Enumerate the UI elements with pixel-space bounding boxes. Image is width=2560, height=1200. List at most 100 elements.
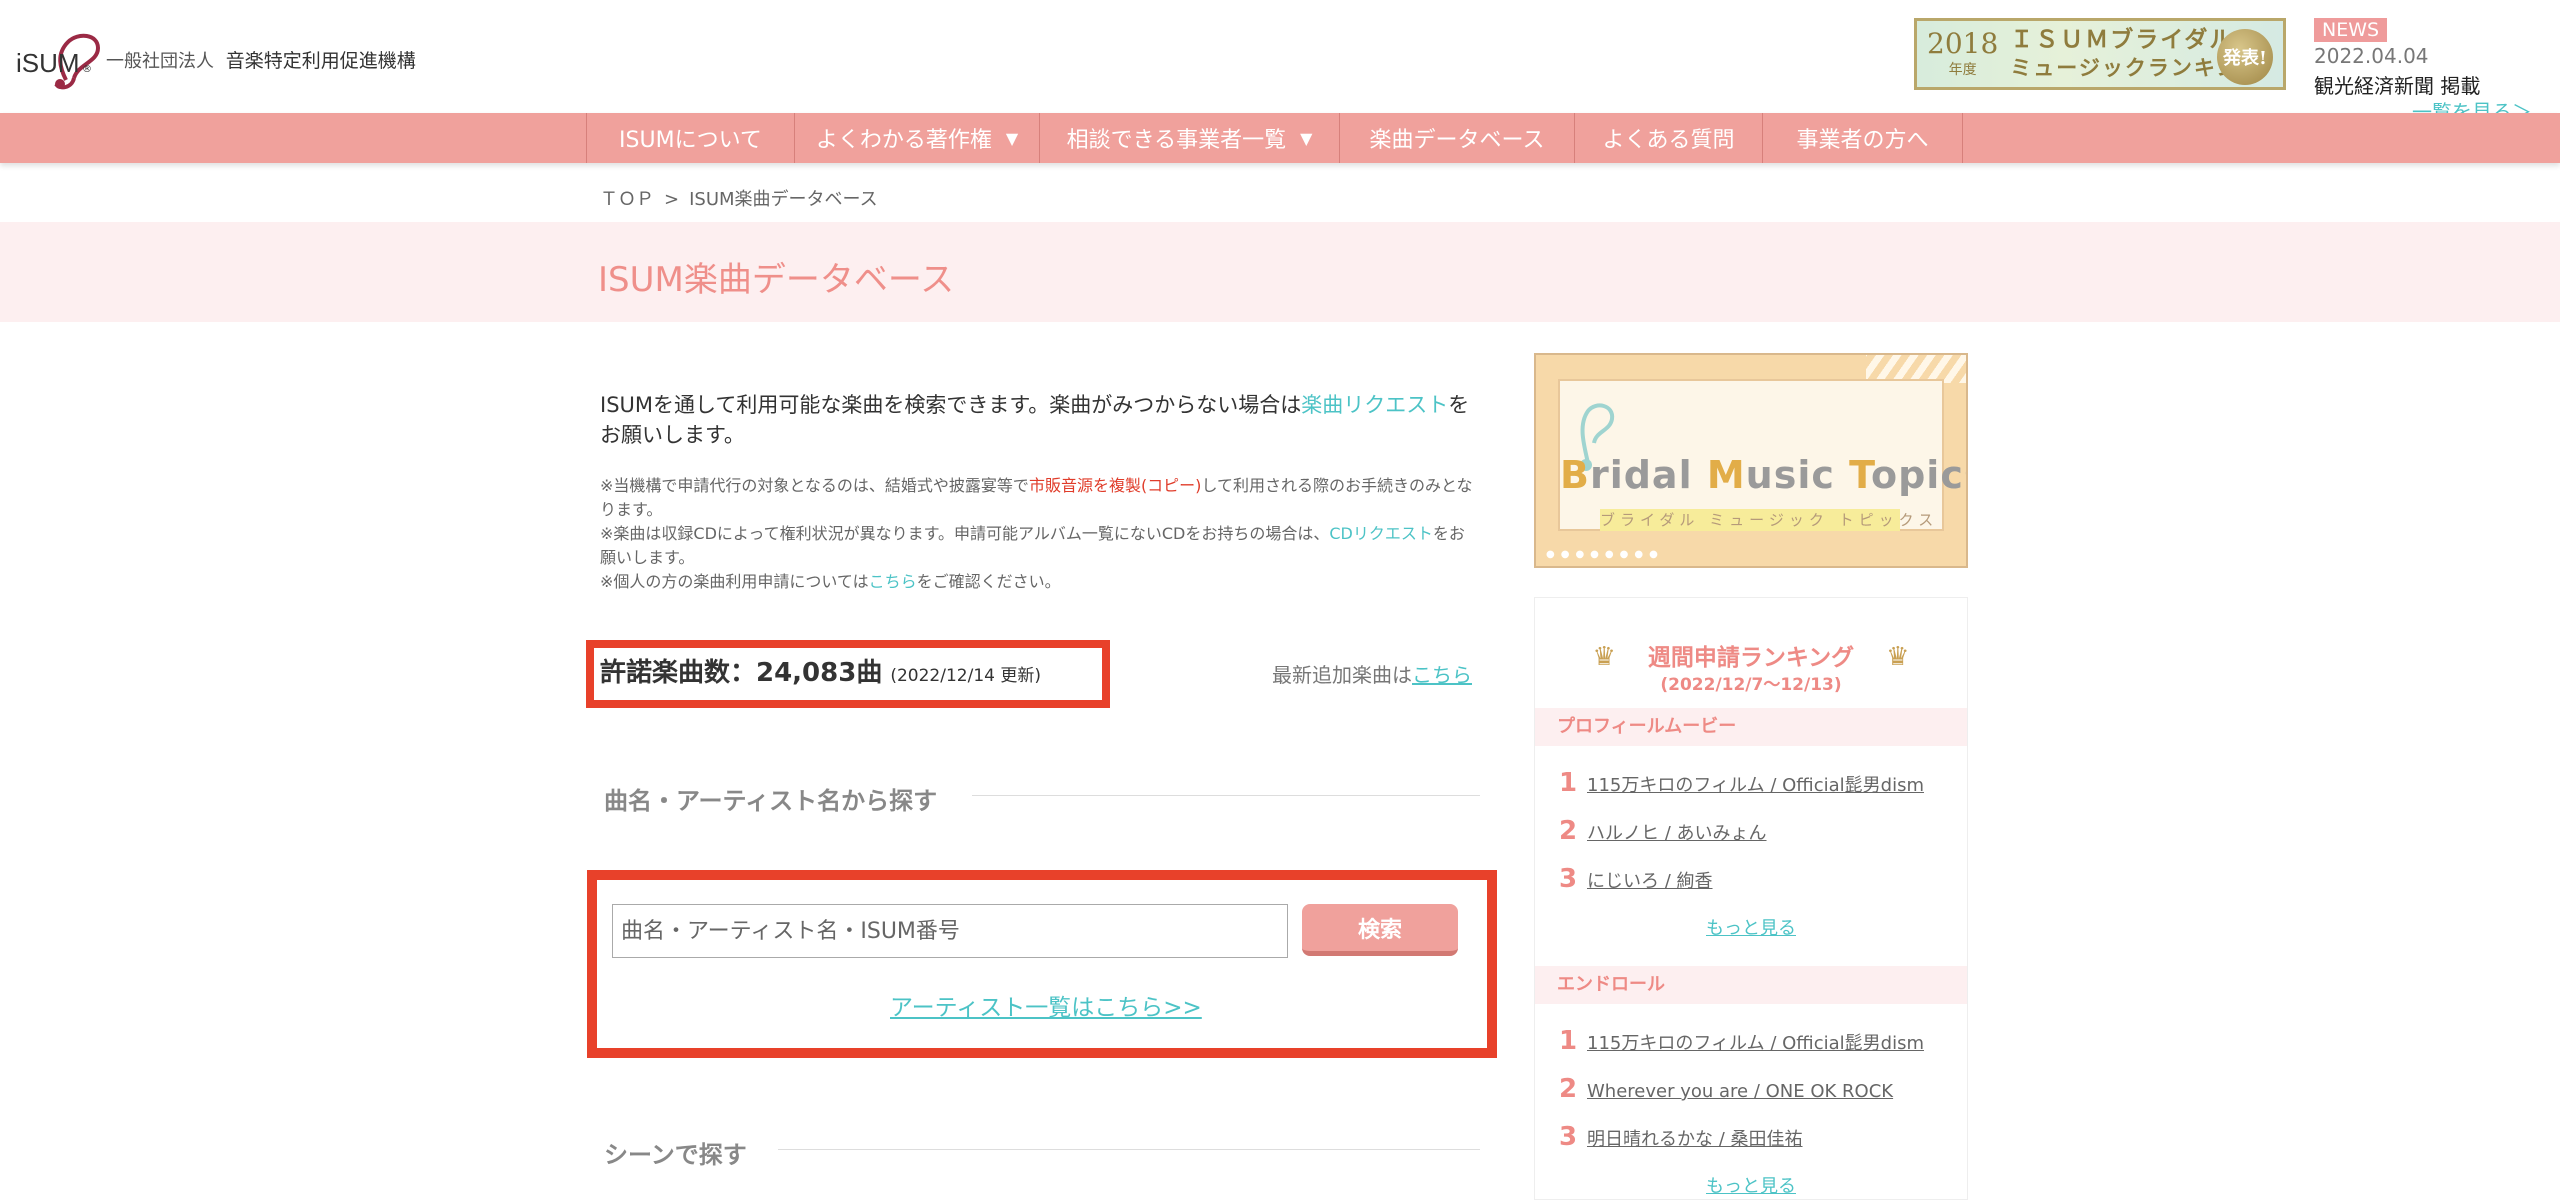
rank-song: Wherever you are / ONE OK ROCK [1587, 1081, 1894, 1102]
nav-item-businesses[interactable]: 相談できる事業者一覧 ▼ [1040, 113, 1340, 163]
rank-number: 1 [1559, 768, 1578, 798]
crown-icon: ♛ [1592, 642, 1616, 672]
ranking-item[interactable]: 1 115万キロのフィルム / Official髭男dism [1559, 768, 1924, 798]
rank-song: ハルノヒ / あいみょん [1587, 823, 1767, 844]
nav-label: 相談できる事業者一覧 [1066, 128, 1287, 153]
main-nav: ISUMについて よくわかる著作権 ▼ 相談できる事業者一覧 ▼ 楽曲データベース … [0, 113, 2560, 163]
banner-year-number: 2018 [1927, 27, 1999, 60]
individual-link[interactable]: こちら [869, 572, 917, 591]
logo-text: iSUM [16, 48, 80, 78]
org-prefix: 一般社団法人 [106, 51, 214, 72]
more-link[interactable]: もっと見る [1535, 914, 1967, 940]
news-block: NEWS 2022.04.04 観光経済新聞 掲載 [2314, 18, 2480, 99]
rank-song: にじいろ / 絢香 [1587, 871, 1713, 892]
note-3-before: ※個人の方の楽曲利用申請については [600, 572, 869, 591]
ranking-dates: (2022/12/7〜12/13) [1660, 675, 1842, 695]
rank-number: 3 [1559, 864, 1578, 894]
banner-year: 2018 年度 [1927, 29, 1998, 79]
banner-badge: 発表! [2217, 29, 2273, 85]
ranking-item[interactable]: 3 にじいろ / 絢香 [1559, 864, 1713, 894]
note-2: ※楽曲は収録CDによって権利状況が異なります。申請可能アルバム一覧にないCDをお… [600, 522, 1480, 570]
breadcrumb-current: ISUM楽曲データベース [689, 189, 878, 210]
nav-item-database[interactable]: 楽曲データベース [1340, 113, 1575, 163]
banner-subtitle: ブライダル ミュージック トピックス [1600, 509, 1939, 531]
song-request-link[interactable]: 楽曲リクエスト [1301, 393, 1448, 417]
org-name: 一般社団法人 音楽特定利用促進機構 [106, 46, 416, 73]
banner-year-suffix: 年度 [1948, 62, 1977, 78]
rank-number: 2 [1559, 1074, 1578, 1104]
banner-title-ridal: ridal [1589, 453, 1707, 497]
ranking-title: ♛ 週間申請ランキング ♛ [1535, 638, 1967, 672]
news-date: 2022.04.04 [2314, 44, 2429, 68]
banner-dots: ●●●●●●●● [1546, 549, 1664, 560]
banner-title-t: T [1849, 453, 1871, 497]
section-divider [972, 795, 1480, 796]
nav-label: よくある質問 [1602, 128, 1735, 153]
nav-label: よくわかる著作権 [815, 128, 992, 153]
nav-label: 事業者の方へ [1796, 128, 1929, 153]
caret-down-icon: ▼ [1300, 128, 1313, 148]
note-1: ※当機構で申請代行の対象となるのは、結婚式や披露宴等で市販音源を複製(コピー)し… [600, 474, 1480, 522]
svg-text:®: ® [82, 64, 92, 75]
song-count-updated: (2022/12/14 更新) [890, 666, 1041, 686]
banner-title-usic: usic [1745, 453, 1850, 497]
cd-request-link[interactable]: CDリクエスト [1329, 524, 1433, 543]
ranking-item[interactable]: 2 ハルノヒ / あいみょん [1559, 816, 1767, 846]
intro-text: ISUMを通して利用可能な楽曲を検索できます。楽曲がみつからない場合は楽曲リクエ… [600, 390, 1480, 450]
caret-down-icon: ▼ [1005, 128, 1019, 148]
search-highlight-box [587, 870, 1497, 1058]
isum-logo[interactable]: iSUM ® [16, 18, 104, 94]
weekly-ranking-card: ♛ 週間申請ランキング ♛ (2022/12/7〜12/13) プロフィールムービー… [1534, 597, 1968, 1200]
song-count-label: 許諾楽曲数：24,083曲 [600, 658, 883, 688]
nav-item-about[interactable]: ISUMについて [587, 113, 795, 163]
nav-label: 楽曲データベース [1369, 128, 1545, 153]
nav-label: ISUMについて [619, 128, 762, 153]
ranking-item[interactable]: 1 115万キロのフィルム / Official髭男dism [1559, 1026, 1924, 1056]
rank-song: 115万キロのフィルム / Official髭男dism [1587, 775, 1924, 796]
banner-title: Bridal Music Topics [1560, 453, 1966, 497]
news-title[interactable]: 観光経済新聞 掲載 [2314, 70, 2480, 99]
page-title: ISUM楽曲データベース [598, 260, 955, 300]
banner-title-b: B [1560, 453, 1590, 497]
breadcrumb-home[interactable]: ＴＯＰ [600, 189, 654, 210]
search-input[interactable] [612, 904, 1288, 958]
latest-songs: 最新追加楽曲はこちら [1272, 659, 1472, 688]
news-tag: NEWS [2314, 18, 2388, 42]
artist-list-link[interactable]: アーティスト一覧はこちら>> [890, 988, 1202, 1022]
breadcrumb: ＴＯＰ > ISUM楽曲データベース [600, 185, 878, 211]
more-link[interactable]: もっと見る [1535, 1172, 1967, 1198]
ranking-category: エンドロール [1535, 966, 1967, 1004]
rank-song: 明日晴れるかな / 桑田佳祐 [1587, 1129, 1803, 1150]
crown-icon: ♛ [1886, 642, 1910, 672]
banner-card: Bridal Music Topics ブライダル ミュージック トピックス [1558, 379, 1966, 531]
ranking-item[interactable]: 3 明日晴れるかな / 桑田佳祐 [1559, 1122, 1803, 1152]
song-count: 許諾楽曲数：24,083曲 (2022/12/14 更新) [600, 652, 1041, 689]
note-2-before: ※楽曲は収録CDによって権利状況が異なります。申請可能アルバム一覧にないCDをお… [600, 524, 1330, 543]
bridal-music-topics-banner[interactable]: Bridal Music Topics ブライダル ミュージック トピックス ●… [1534, 353, 1968, 568]
rank-number: 1 [1559, 1026, 1578, 1056]
banner-title-opics: opics [1871, 453, 1966, 497]
nav-item-business-users[interactable]: 事業者の方へ [1763, 113, 1963, 163]
rank-number: 3 [1559, 1122, 1578, 1152]
note-1-before: ※当機構で申請代行の対象となるのは、結婚式や披露宴等で [600, 476, 1029, 495]
search-section-heading: 曲名・アーティスト名から探す [604, 787, 938, 815]
nav-item-copyright[interactable]: よくわかる著作権 ▼ [795, 113, 1040, 163]
scene-section-heading: シーンで探す [604, 1141, 747, 1169]
rank-song: 115万キロのフィルム / Official髭男dism [1587, 1033, 1924, 1054]
bridal-ranking-banner[interactable]: 2018 年度 ＩＳＵＭブライダル ミュージックランキング 発表! [1914, 18, 2286, 90]
title-band [0, 222, 2560, 322]
latest-songs-link[interactable]: こちら [1412, 663, 1472, 687]
org-title: 音楽特定利用促進機構 [225, 50, 416, 72]
intro-before: ISUMを通して利用可能な楽曲を検索できます。楽曲がみつからない場合は [600, 393, 1302, 417]
note-1-red: 市販音源を複製(コピー) [1028, 476, 1202, 495]
note-3: ※個人の方の楽曲利用申請についてはこちらをご確認ください。 [600, 570, 1480, 594]
notes: ※当機構で申請代行の対象となるのは、結婚式や披露宴等で市販音源を複製(コピー)し… [600, 474, 1480, 594]
rank-number: 2 [1559, 816, 1578, 846]
latest-text: 最新追加楽曲は [1272, 663, 1412, 687]
breadcrumb-separator: > [664, 189, 680, 210]
search-button[interactable]: 検索 [1302, 904, 1458, 956]
note-3-after: をご確認ください。 [916, 572, 1061, 591]
nav-item-faq[interactable]: よくある質問 [1575, 113, 1763, 163]
banner-title-m: M [1706, 453, 1746, 497]
ranking-item[interactable]: 2 Wherever you are / ONE OK ROCK [1559, 1074, 1893, 1104]
